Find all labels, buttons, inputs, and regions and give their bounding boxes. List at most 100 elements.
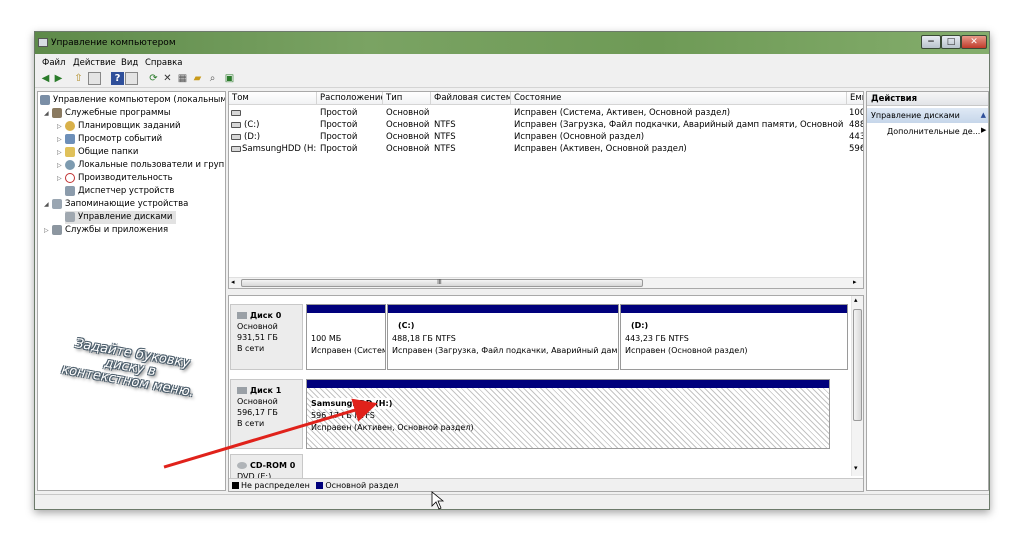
search-icon[interactable]: ⌕	[206, 72, 219, 85]
cell-type: Основной	[386, 132, 430, 142]
tree-item-perf[interactable]: ▷ Производительность	[57, 172, 173, 185]
refresh-icon[interactable]: ⟳	[147, 72, 160, 85]
tree-item-label: Управление дисками	[78, 212, 173, 222]
event-viewer-icon	[65, 134, 75, 144]
drive-icon	[231, 122, 241, 128]
expand-arrow-icon[interactable]: ▷	[57, 159, 65, 172]
menu-help[interactable]: Справка	[145, 58, 182, 68]
tree-root-label: Управление компьютером (локальным)	[53, 95, 226, 105]
actions-section-label: Управление дисками	[871, 111, 960, 120]
help-icon[interactable]: ?	[111, 72, 124, 85]
column-header-status[interactable]: Состояние	[511, 92, 847, 105]
column-header-layout[interactable]: Расположение	[317, 92, 383, 105]
clock-icon	[65, 121, 75, 131]
status-bar	[35, 494, 989, 509]
collapse-icon[interactable]: ▲	[981, 108, 986, 123]
menu-action[interactable]: Действие	[73, 58, 116, 68]
cell-fs: NTFS	[434, 132, 456, 142]
disk0-label[interactable]: Диск 0 Основной 931,51 ГБ В сети	[230, 304, 303, 370]
menu-view[interactable]: Вид	[121, 58, 138, 68]
tree-root[interactable]: Управление компьютером (локальным)	[40, 94, 226, 107]
forward-icon[interactable]: ▶	[52, 72, 65, 85]
horizontal-scrollbar[interactable]: ◂ Ⅲ ▸	[229, 277, 863, 288]
cdrom-label[interactable]: CD-ROM 0 DVD (E:)	[230, 454, 303, 481]
open-icon[interactable]: ▰	[191, 72, 204, 85]
tree-item-devmgr[interactable]: Диспетчер устройств	[65, 185, 174, 198]
scroll-thumb[interactable]: Ⅲ	[241, 278, 643, 287]
disk-name: Диск 0	[250, 311, 282, 320]
partition-c[interactable]: (C:) 488,18 ГБ NTFS Исправен (Загрузка, …	[387, 304, 619, 370]
disk-state: В сети	[237, 344, 265, 353]
tree-item-services[interactable]: ▷ Службы и приложения	[44, 224, 168, 237]
cell-volume: (D:)	[244, 132, 261, 142]
cell-layout: Простой	[320, 108, 358, 118]
toolbar: ◀ ▶ ⇧ ? ⟳ ✕ ▦ ▰ ⌕ ▣	[35, 70, 989, 88]
drive-icon	[231, 134, 241, 140]
cell-layout: Простой	[320, 120, 358, 130]
partition-h[interactable]: SamsungHDD (H:) 596,17 ГБ NTFS Исправен …	[306, 379, 830, 449]
scroll-right-icon[interactable]: ▸	[853, 278, 857, 286]
partition-name: (D:)	[631, 321, 649, 330]
vertical-scrollbar[interactable]: ▴ ▾	[851, 296, 863, 476]
title-bar[interactable]: Управление компьютером − □ ✕	[35, 32, 989, 54]
actions-item-more[interactable]: Дополнительные де...	[887, 126, 980, 138]
cell-type: Основной	[386, 120, 430, 130]
expand-arrow-icon[interactable]: ▷	[57, 133, 65, 146]
console-tree-icon[interactable]	[88, 72, 101, 85]
partition-bar	[307, 380, 829, 388]
partition-size: 488,18 ГБ NTFS	[392, 334, 456, 343]
disk-map: Диск 0 Основной 931,51 ГБ В сети 100 МБ …	[228, 295, 864, 492]
partition-status: Исправен (Основной раздел)	[625, 346, 748, 355]
column-header-capacity[interactable]: Емк	[847, 92, 863, 105]
maximize-button[interactable]: □	[941, 35, 961, 49]
action-icon[interactable]: ▣	[223, 72, 236, 85]
scroll-down-icon[interactable]: ▾	[854, 464, 858, 472]
properties-icon[interactable]: ▦	[176, 72, 189, 85]
delete-icon[interactable]: ✕	[161, 72, 174, 85]
help-topics-icon[interactable]	[125, 72, 138, 85]
expand-arrow-icon[interactable]: ▷	[57, 120, 65, 133]
back-icon[interactable]: ◀	[39, 72, 52, 85]
computer-icon	[40, 95, 50, 105]
tree-item-label: Локальные пользователи и группы	[78, 160, 226, 170]
menu-file[interactable]: Файл	[42, 58, 65, 68]
tree-item-shares[interactable]: ▷ Общие папки	[57, 146, 138, 159]
minimize-button[interactable]: −	[921, 35, 941, 49]
partition-d[interactable]: (D:) 443,23 ГБ NTFS Исправен (Основной р…	[620, 304, 848, 370]
cell-layout: Простой	[320, 132, 358, 142]
cell-status: Исправен (Основной раздел)	[514, 132, 645, 142]
cell-capacity: 596	[849, 144, 864, 154]
console-tree: Управление компьютером (локальным) ◢ Служ…	[37, 91, 226, 491]
tree-item-scheduler[interactable]: ▷ Планировщик заданий	[57, 120, 181, 133]
collapse-arrow-icon[interactable]: ◢	[44, 107, 52, 120]
cell-capacity: 100	[849, 108, 864, 118]
tree-item-diskmgmt[interactable]: Управление дисками	[65, 211, 177, 224]
collapse-arrow-icon[interactable]: ◢	[44, 198, 52, 211]
scroll-up-icon[interactable]: ▴	[854, 296, 858, 304]
close-button[interactable]: ✕	[961, 35, 987, 49]
expand-arrow-icon[interactable]: ▷	[57, 172, 65, 185]
up-icon[interactable]: ⇧	[72, 72, 85, 85]
scroll-left-icon[interactable]: ◂	[231, 278, 235, 286]
tree-item-storage[interactable]: ◢ Запоминающие устройства	[44, 198, 188, 211]
column-header-type[interactable]: Тип	[383, 92, 431, 105]
tree-item-service[interactable]: ◢ Служебные программы	[44, 107, 171, 120]
disk-type: Основной	[237, 397, 278, 406]
disk-icon	[237, 312, 247, 319]
expand-arrow-icon[interactable]: ▷	[44, 224, 52, 237]
scroll-thumb[interactable]	[853, 309, 862, 421]
actions-pane: Действия Управление дисками ▲ Дополнитель…	[866, 91, 989, 491]
partition-size: 100 МБ	[311, 334, 342, 343]
partition-system[interactable]: 100 МБ Исправен (Систем	[306, 304, 386, 370]
tree-item-label: Запоминающие устройства	[65, 199, 189, 209]
tree-item-label: Служебные программы	[65, 108, 171, 118]
cell-volume: (C:)	[244, 120, 260, 130]
column-header-fs[interactable]: Файловая система	[431, 92, 511, 105]
column-header-volume[interactable]: Том	[229, 92, 317, 105]
tree-item-label: Производительность	[78, 173, 173, 183]
tree-item-users[interactable]: ▷ Локальные пользователи и группы	[57, 159, 226, 172]
tree-item-events[interactable]: ▷ Просмотр событий	[57, 133, 162, 146]
actions-section-diskmgmt[interactable]: Управление дисками ▲	[867, 108, 988, 123]
expand-arrow-icon[interactable]: ▷	[57, 146, 65, 159]
disk1-label[interactable]: Диск 1 Основной 596,17 ГБ В сети	[230, 379, 303, 449]
